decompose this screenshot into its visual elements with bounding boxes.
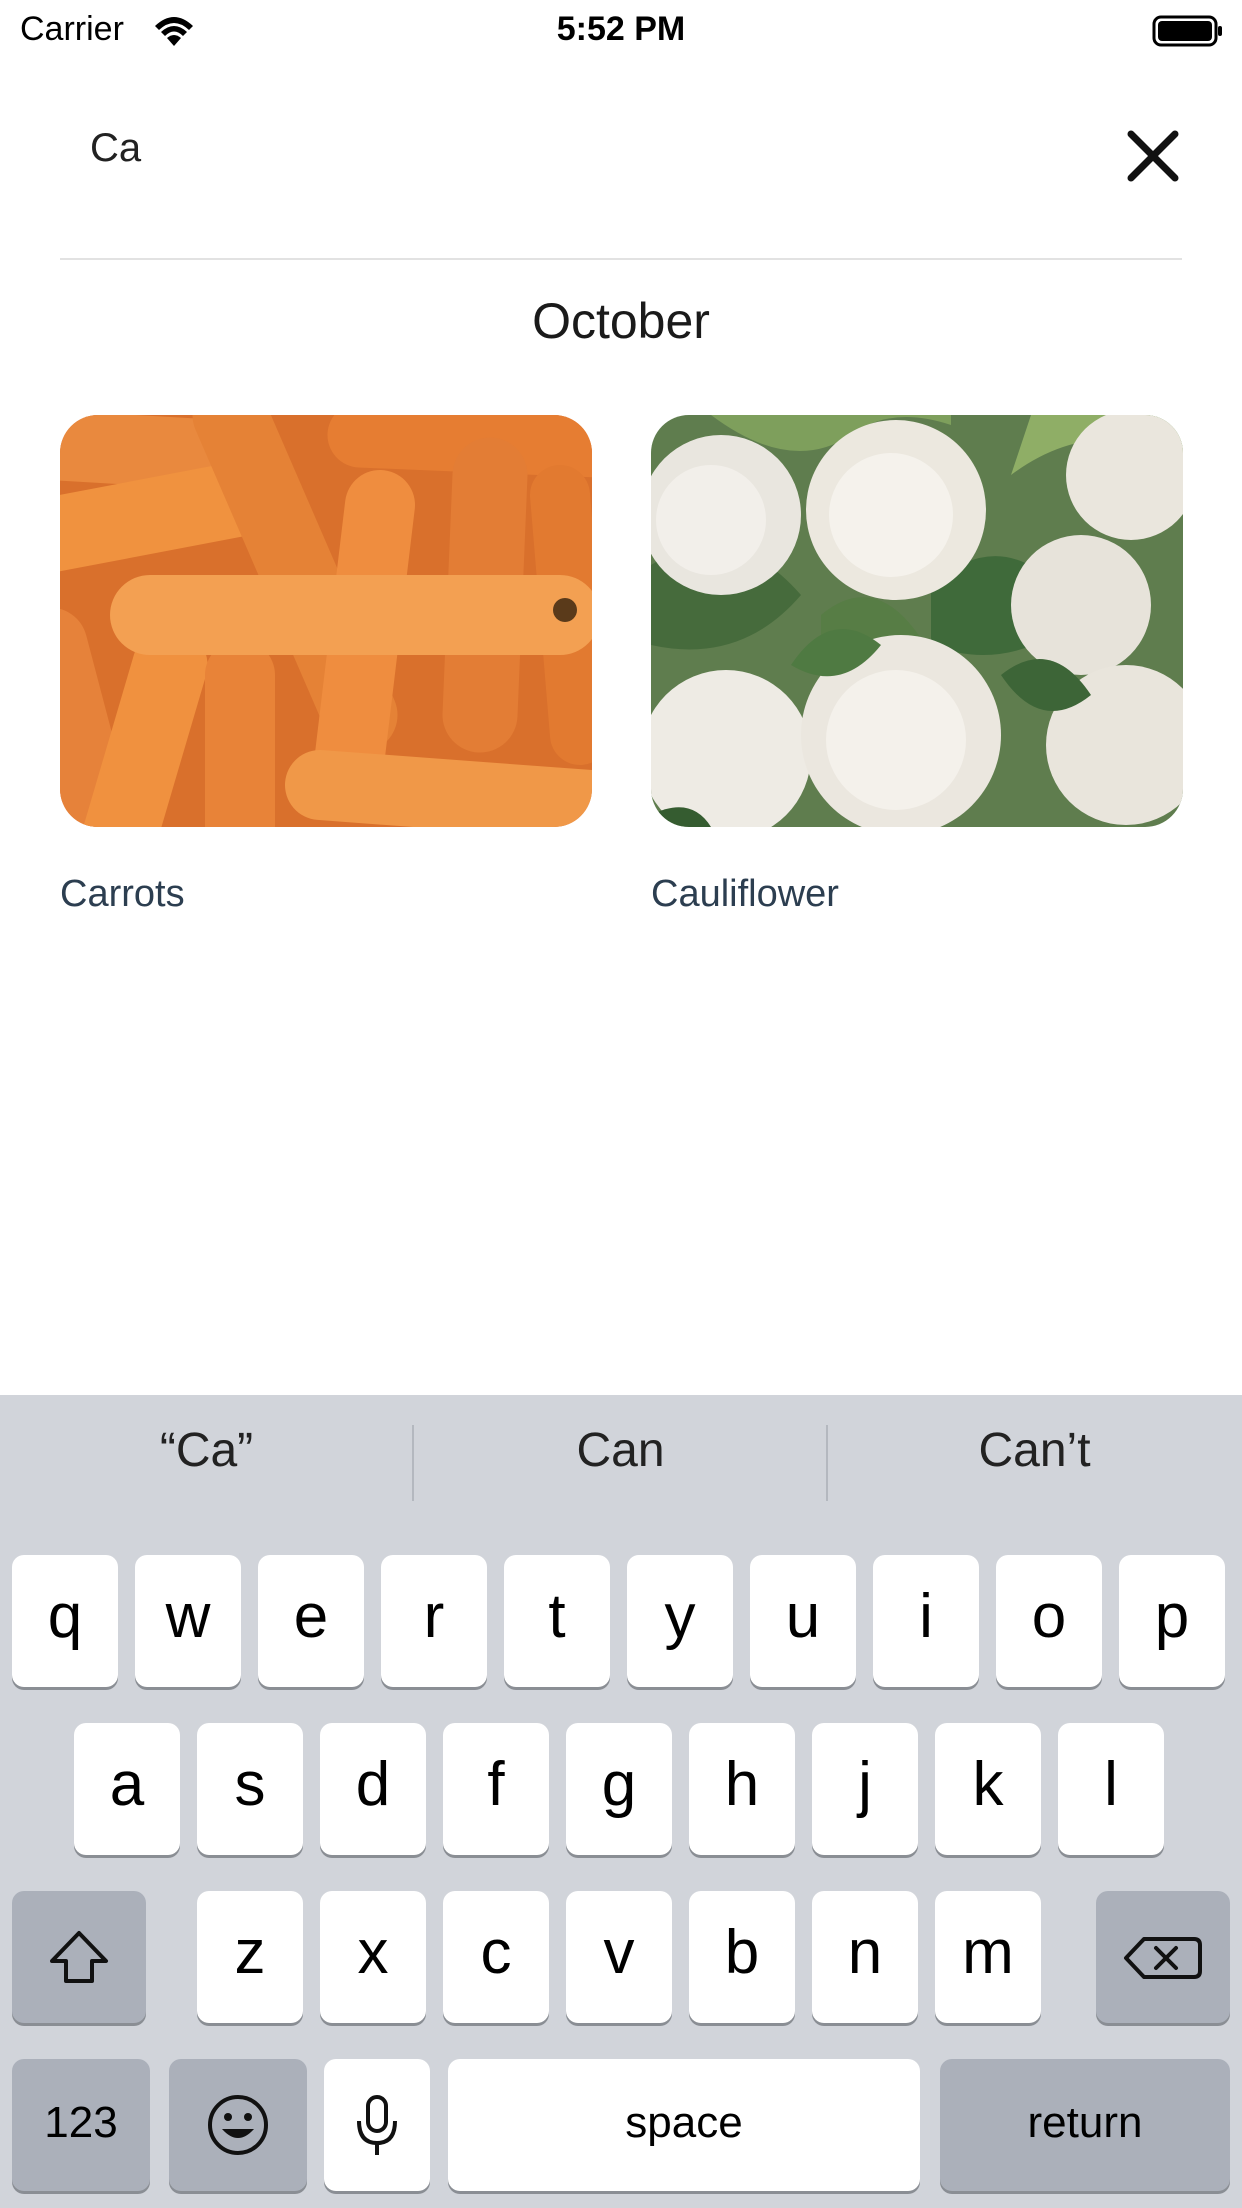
key-w[interactable]: w	[135, 1555, 241, 1687]
result-label: Cauliflower	[651, 873, 839, 915]
cauliflower-photo	[651, 415, 1183, 827]
key-label: 123	[44, 2098, 118, 2147]
key-c[interactable]: c	[443, 1891, 549, 2023]
key-b[interactable]: b	[689, 1891, 795, 2023]
keyboard: “Ca” Can Can’t q w e r t y u i o p a s d…	[0, 1395, 1242, 2208]
key-label: w	[165, 1582, 211, 1651]
key-label: z	[234, 1918, 266, 1987]
key-label: r	[423, 1582, 445, 1651]
carrots-photo	[60, 415, 592, 827]
result-label: Carrots	[60, 873, 185, 915]
key-label: n	[847, 1918, 883, 1987]
key-label: y	[664, 1582, 696, 1651]
key-t[interactable]: t	[504, 1555, 610, 1687]
close-icon[interactable]	[1125, 128, 1181, 184]
key-label: i	[919, 1582, 933, 1651]
key-r[interactable]: r	[381, 1555, 487, 1687]
numbers-key[interactable]: 123	[12, 2059, 150, 2191]
clock: 5:52 PM	[556, 10, 686, 48]
delete-icon	[1124, 1937, 1202, 1979]
return-key[interactable]: return	[940, 2059, 1230, 2191]
key-label: v	[603, 1918, 635, 1987]
status-bar: Carrier 5:52 PM	[0, 0, 1242, 62]
key-label: u	[785, 1582, 821, 1651]
key-label: a	[109, 1750, 145, 1819]
key-f[interactable]: f	[443, 1723, 549, 1855]
key-a[interactable]: a	[74, 1723, 180, 1855]
battery-icon	[1152, 15, 1222, 47]
key-label: p	[1154, 1582, 1190, 1651]
key-o[interactable]: o	[996, 1555, 1102, 1687]
key-label: return	[1027, 2098, 1143, 2147]
key-y[interactable]: y	[627, 1555, 733, 1687]
key-label: q	[47, 1582, 83, 1651]
search-input[interactable]	[90, 118, 990, 178]
key-label: l	[1104, 1750, 1118, 1819]
key-k[interactable]: k	[935, 1723, 1041, 1855]
key-u[interactable]: u	[750, 1555, 856, 1687]
key-v[interactable]: v	[566, 1891, 672, 2023]
key-m[interactable]: m	[935, 1891, 1041, 2023]
key-n[interactable]: n	[812, 1891, 918, 2023]
microphone-key[interactable]	[324, 2059, 430, 2191]
key-d[interactable]: d	[320, 1723, 426, 1855]
key-i[interactable]: i	[873, 1555, 979, 1687]
suggestion-item[interactable]: Can’t	[828, 1423, 1241, 1478]
emoji-key[interactable]	[169, 2059, 307, 2191]
emoji-icon	[208, 2095, 268, 2155]
shift-icon	[50, 1931, 108, 1983]
key-label: m	[962, 1918, 1014, 1987]
key-label: j	[858, 1750, 872, 1819]
shift-key[interactable]	[12, 1891, 146, 2023]
key-l[interactable]: l	[1058, 1723, 1164, 1855]
key-x[interactable]: x	[320, 1891, 426, 2023]
key-h[interactable]: h	[689, 1723, 795, 1855]
microphone-icon	[357, 2095, 397, 2155]
key-label: b	[724, 1918, 760, 1987]
result-card-cauliflower[interactable]: Cauliflower	[651, 415, 1183, 916]
key-label: h	[724, 1750, 760, 1819]
suggestion-item[interactable]: “Ca”	[0, 1423, 413, 1478]
suggestion-bar: “Ca” Can Can’t	[0, 1395, 1242, 1525]
key-p[interactable]: p	[1119, 1555, 1225, 1687]
key-g[interactable]: g	[566, 1723, 672, 1855]
key-s[interactable]: s	[197, 1723, 303, 1855]
key-label: x	[357, 1918, 389, 1987]
space-key[interactable]: space	[448, 2059, 920, 2191]
suggestion-item[interactable]: Can	[414, 1423, 827, 1478]
month-title: October	[532, 293, 710, 349]
key-label: c	[480, 1918, 512, 1987]
key-label: space	[625, 2098, 743, 2147]
result-card-carrots[interactable]: Carrots	[60, 415, 592, 916]
key-label: e	[293, 1582, 329, 1651]
key-z[interactable]: z	[197, 1891, 303, 2023]
key-q[interactable]: q	[12, 1555, 118, 1687]
key-e[interactable]: e	[258, 1555, 364, 1687]
key-label: o	[1031, 1582, 1067, 1651]
divider	[60, 258, 1182, 260]
key-label: f	[487, 1750, 505, 1819]
key-label: k	[972, 1750, 1004, 1819]
key-label: t	[548, 1582, 566, 1651]
key-j[interactable]: j	[812, 1723, 918, 1855]
key-label: d	[355, 1750, 391, 1819]
key-label: g	[601, 1750, 637, 1819]
delete-key[interactable]	[1096, 1891, 1230, 2023]
key-label: s	[234, 1750, 266, 1819]
